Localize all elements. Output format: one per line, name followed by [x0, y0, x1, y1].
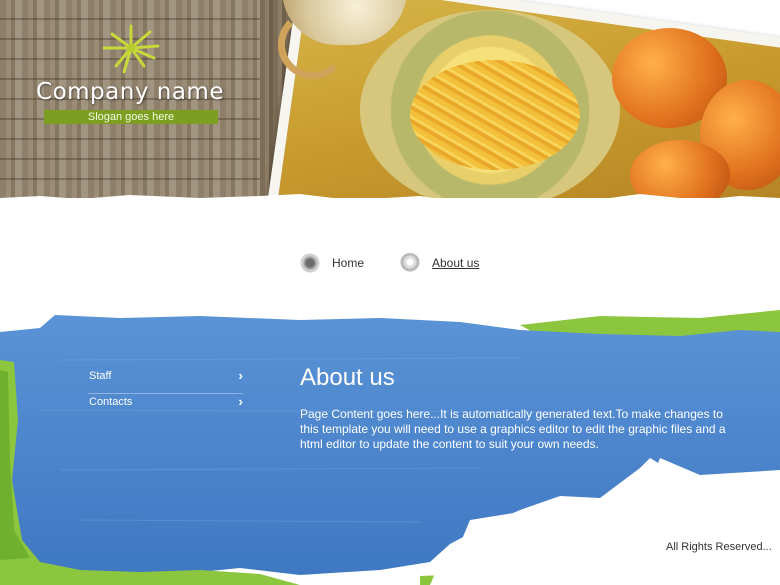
page-title: About us	[300, 364, 395, 391]
slogan: Slogan goes here	[44, 110, 218, 124]
sidebar: Staff ›› Contacts ››	[88, 368, 243, 419]
nav-item-label: Home	[332, 256, 365, 270]
nav-item-about-us[interactable]: About us	[400, 253, 490, 273]
nav-item-label: About us	[432, 256, 480, 270]
company-name: Company name	[36, 79, 224, 105]
sidebar-item-label: Contacts	[89, 396, 133, 408]
footer-copyright: All Rights Reserved...	[666, 541, 772, 553]
nav-item-home[interactable]: Home	[300, 253, 380, 273]
page: Company name Slogan goes here Home About…	[0, 0, 780, 585]
page-body-text: Page Content goes here...It is automatic…	[300, 407, 726, 451]
sidebar-item-staff[interactable]: Staff ››	[88, 368, 243, 394]
pasta-image	[410, 60, 580, 170]
torn-edge-decoration	[0, 194, 780, 210]
double-chevron-right-icon: ››	[238, 368, 241, 383]
bullet-icon	[300, 253, 320, 273]
sun-icon	[102, 24, 160, 74]
double-chevron-right-icon: ››	[238, 394, 241, 409]
main-content: About us Page Content goes here...It is …	[300, 363, 730, 452]
sidebar-item-label: Staff	[89, 370, 112, 382]
bullet-icon	[400, 253, 420, 273]
sidebar-item-contacts[interactable]: Contacts ››	[88, 394, 243, 419]
header-banner: Company name Slogan goes here	[0, 0, 780, 198]
